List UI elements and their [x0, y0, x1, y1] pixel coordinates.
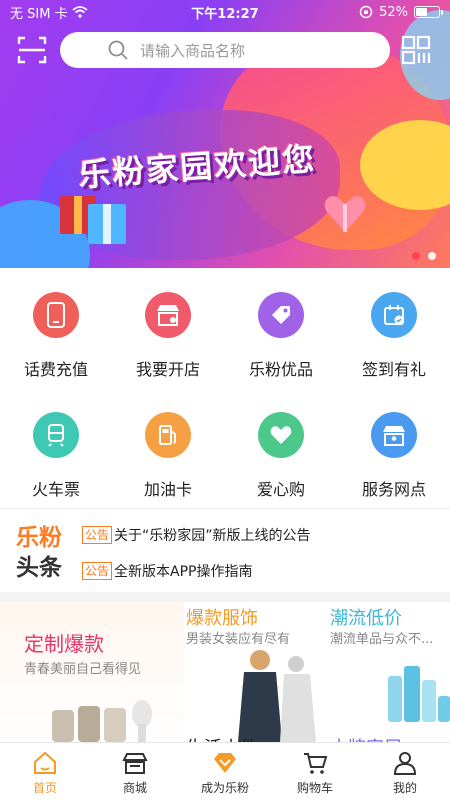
bottom-tab-bar: 首页 商城 成为乐粉 购物车 我的	[0, 742, 450, 800]
tab-label: 首页	[32, 781, 57, 795]
gift-box-icon	[88, 204, 126, 244]
tab-become-fan[interactable]: 成为乐粉	[180, 743, 270, 800]
qr-code-icon	[401, 35, 431, 65]
tab-store[interactable]: 商城	[90, 743, 180, 800]
search-placeholder: 请输入商品名称	[140, 41, 246, 60]
promo-title: 定制爆款	[24, 632, 104, 656]
promo-title: 爆款服饰	[186, 608, 258, 629]
cosmetics-image	[388, 666, 450, 722]
headline-item[interactable]: 公告 全新版本APP操作指南	[82, 561, 252, 581]
grid-item-charity-purchase[interactable]: 爱心购	[225, 388, 337, 508]
tab-cart[interactable]: 购物车	[270, 743, 360, 800]
grid-item-premium-goods[interactable]: 乐粉优品	[225, 268, 337, 388]
battery-icon	[414, 6, 443, 18]
grid-item-label: 签到有礼	[361, 360, 426, 379]
tab-label: 我的	[392, 781, 417, 795]
orientation-lock-icon	[359, 5, 373, 19]
pagination-dot[interactable]	[428, 252, 436, 260]
headlines-section: 乐粉 头条 公告 关于“乐粉家园”新版上线的公告 公告 全新版本APP操作指南	[0, 508, 450, 592]
fashion-model-image	[238, 650, 316, 742]
store-location-icon	[371, 412, 417, 458]
user-icon	[393, 752, 417, 775]
calendar-check-icon	[371, 292, 417, 338]
heart-gift-icon	[324, 196, 366, 232]
headline-item[interactable]: 公告 关于“乐粉家园”新版上线的公告	[82, 525, 311, 545]
feature-grid: 话费充值 我要开店 乐粉优品 签到有礼 火车票 加油卡 爱心购 服务网点	[0, 268, 450, 508]
search-icon	[108, 40, 128, 60]
grid-item-label: 话费充值	[23, 360, 88, 379]
grid-item-label: 爱心购	[256, 480, 305, 499]
grid-item-fuel-card[interactable]: 加油卡	[112, 388, 224, 508]
promo-title: 潮流低价	[330, 608, 402, 629]
status-bar: 无 SIM 卡 下午12:27 52%	[0, 0, 450, 24]
grid-item-train-tickets[interactable]: 火车票	[0, 388, 112, 508]
grid-item-label: 加油卡	[143, 480, 192, 499]
headlines-logo: 乐粉 头条	[16, 525, 62, 581]
scan-button[interactable]	[16, 34, 48, 66]
tab-label: 成为乐粉	[200, 781, 249, 795]
promo-subtitle: 男装女装应有尽有	[186, 632, 291, 647]
tag-icon	[258, 292, 304, 338]
search-input[interactable]: 请输入商品名称	[60, 32, 390, 68]
grid-item-label: 我要开店	[135, 360, 200, 379]
qr-code-button[interactable]	[400, 34, 432, 66]
promo-banner[interactable]: 无 SIM 卡 下午12:27 52% 请输入商品名称 乐粉家园欢迎您	[0, 0, 450, 268]
carrier-label: 无 SIM 卡	[10, 6, 68, 22]
tab-home[interactable]: 首页	[0, 743, 90, 800]
home-icon	[34, 751, 56, 774]
fuel-icon	[145, 412, 191, 458]
search-bar: 请输入商品名称	[0, 30, 450, 70]
scan-icon	[17, 36, 47, 64]
grid-item-open-shop[interactable]: 我要开店	[112, 268, 224, 388]
battery-percent: 52%	[379, 4, 408, 20]
section-divider	[0, 592, 450, 602]
phone-icon	[33, 292, 79, 338]
grid-item-label: 乐粉优品	[248, 360, 313, 379]
grid-item-phone-recharge[interactable]: 话费充值	[0, 268, 112, 388]
cart-icon	[304, 753, 328, 774]
promo-section: 定制爆款 青春美丽自己看得见 爆款服饰 男装女装应有尽有 潮流低价 潮流单品与众…	[0, 602, 450, 742]
train-icon	[33, 412, 79, 458]
diamond-icon	[214, 753, 236, 773]
appliance-image	[52, 700, 152, 742]
promo-title: 生活小件	[186, 734, 258, 742]
grid-item-label: 火车票	[31, 480, 80, 499]
banner-pagination	[412, 252, 436, 260]
wifi-icon	[71, 6, 88, 18]
notice-badge: 公告	[82, 562, 113, 580]
tab-label: 购物车	[296, 781, 333, 795]
tab-profile[interactable]: 我的	[360, 743, 450, 800]
grid-item-sign-in[interactable]: 签到有礼	[338, 268, 450, 388]
pagination-dot[interactable]	[412, 252, 420, 260]
promo-subtitle: 潮流单品与众不...	[330, 632, 434, 647]
store-icon	[122, 753, 148, 774]
promo-subtitle: 青春美丽自己看得见	[24, 662, 142, 677]
shop-icon	[145, 292, 191, 338]
grid-item-service-points[interactable]: 服务网点	[338, 388, 450, 508]
headline-text: 全新版本APP操作指南	[114, 564, 253, 580]
promo-title: 大牌家居	[330, 734, 402, 742]
grid-item-label: 服务网点	[361, 480, 426, 499]
promo-custom-hits[interactable]: 定制爆款 青春美丽自己看得见	[0, 602, 184, 742]
heart-icon	[258, 412, 304, 458]
notice-badge: 公告	[82, 526, 113, 544]
headline-text: 关于“乐粉家园”新版上线的公告	[114, 528, 311, 544]
tab-label: 商城	[122, 781, 147, 795]
home-page: 无 SIM 卡 下午12:27 52% 请输入商品名称 乐粉家园欢迎您 话费充值…	[0, 0, 450, 800]
